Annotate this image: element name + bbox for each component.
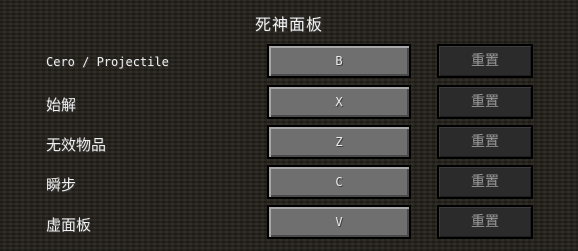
reset-button-invalid-item[interactable]: 重置 bbox=[437, 125, 533, 159]
keybind-row-invalid-item: 无效物品 Z 重置 bbox=[0, 125, 578, 161]
keybind-label: 无效物品 bbox=[46, 136, 107, 154]
reset-button-shikai[interactable]: 重置 bbox=[437, 85, 533, 119]
reset-button-shunpo[interactable]: 重置 bbox=[437, 165, 533, 199]
keybind-row-hollow-panel: 虚面板 V 重置 bbox=[0, 205, 578, 241]
keybind-button-invalid-item[interactable]: Z bbox=[267, 125, 411, 159]
keybind-label: 虚面板 bbox=[46, 216, 92, 234]
reset-button-hollow-panel[interactable]: 重置 bbox=[437, 205, 533, 239]
reset-button-cero[interactable]: 重置 bbox=[437, 44, 533, 78]
keybind-row-cero: Cero / Projectile B 重置 bbox=[0, 44, 578, 80]
keybind-button-cero[interactable]: B bbox=[267, 44, 411, 78]
keybind-button-shikai[interactable]: X bbox=[267, 85, 411, 119]
keybind-label: 瞬步 bbox=[46, 176, 77, 194]
keybind-row-shunpo: 瞬步 C 重置 bbox=[0, 165, 578, 201]
keybind-label: 始解 bbox=[46, 96, 77, 114]
keybind-settings-screen: 死神面板 Cero / Projectile B 重置 始解 X 重置 无效物品… bbox=[0, 0, 578, 251]
keybind-button-hollow-panel[interactable]: V bbox=[267, 205, 411, 239]
keybind-row-shikai: 始解 X 重置 bbox=[0, 85, 578, 121]
screen-title: 死神面板 bbox=[254, 15, 323, 34]
keybind-button-shunpo[interactable]: C bbox=[267, 165, 411, 199]
keybind-label: Cero / Projectile bbox=[46, 55, 169, 69]
